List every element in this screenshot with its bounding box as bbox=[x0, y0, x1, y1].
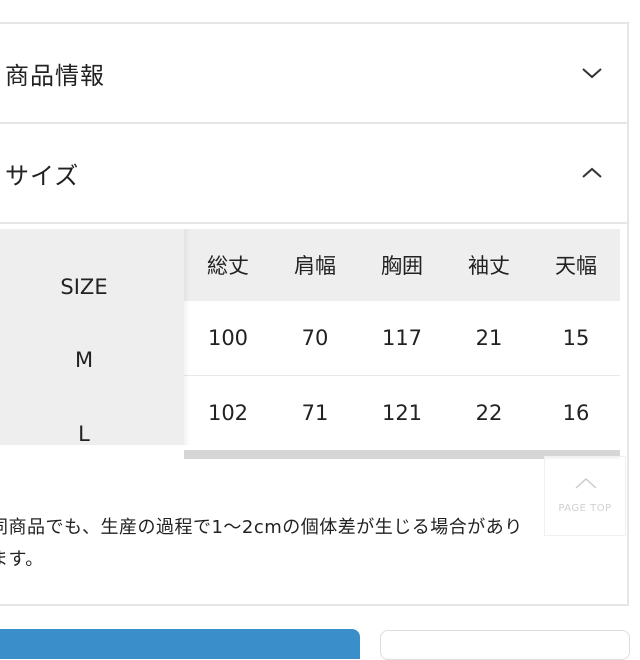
accordion-product-info[interactable]: 商品情報 bbox=[0, 24, 627, 124]
chevron-down-icon[interactable] bbox=[581, 66, 603, 80]
table-cell: 21 bbox=[475, 326, 503, 350]
page-top-label: PAGE TOP bbox=[558, 503, 612, 514]
size-label: M bbox=[74, 348, 94, 372]
note-line: 同商品でも、生産の過程で1〜2cmの個体差が生じる場合があり bbox=[0, 517, 523, 538]
size-note: 同商品でも、生産の過程で1〜2cmの個体差が生じる場合があり ます。 bbox=[0, 512, 630, 576]
column-header: 胸囲 bbox=[381, 254, 423, 278]
column-header: 肩幅 bbox=[294, 254, 336, 278]
table-cell: 15 bbox=[562, 326, 590, 350]
size-column: SIZE M L bbox=[0, 229, 184, 446]
size-table: SIZE M L 総丈 肩幅 胸囲 袖丈 天幅 100 70 117 21 15… bbox=[0, 229, 620, 459]
size-table-scroll-area[interactable]: 総丈 肩幅 胸囲 袖丈 天幅 100 70 117 21 15 102 71 1… bbox=[184, 229, 620, 459]
chevron-up-icon[interactable] bbox=[581, 166, 603, 180]
table-cell: 100 bbox=[207, 326, 249, 350]
note-line: ます。 bbox=[0, 549, 44, 570]
table-cell: 102 bbox=[207, 401, 249, 425]
primary-action-button[interactable] bbox=[0, 629, 360, 659]
secondary-action-button[interactable] bbox=[380, 630, 630, 660]
chevron-up-icon bbox=[575, 477, 597, 489]
column-header: 総丈 bbox=[207, 254, 249, 278]
table-row: 100 70 117 21 15 bbox=[184, 301, 620, 376]
column-header: 袖丈 bbox=[468, 254, 510, 278]
table-cell: 121 bbox=[381, 401, 423, 425]
size-header: SIZE bbox=[60, 275, 108, 299]
table-cell: 22 bbox=[475, 401, 503, 425]
table-cell: 16 bbox=[562, 401, 590, 425]
column-header: 天幅 bbox=[555, 254, 597, 278]
table-header-row: 総丈 肩幅 胸囲 袖丈 天幅 bbox=[184, 229, 620, 301]
frozen-column-shadow bbox=[184, 229, 190, 445]
size-label: L bbox=[78, 422, 90, 446]
accordion-title: サイズ bbox=[5, 161, 80, 190]
accordion-title: 商品情報 bbox=[5, 61, 105, 90]
table-row: 102 71 121 22 16 bbox=[184, 376, 620, 450]
table-cell: 70 bbox=[301, 326, 329, 350]
page-top-button[interactable]: PAGE TOP bbox=[544, 456, 626, 536]
table-cell: 71 bbox=[301, 401, 329, 425]
accordion-size[interactable]: サイズ bbox=[0, 124, 627, 224]
table-cell: 117 bbox=[381, 326, 423, 350]
